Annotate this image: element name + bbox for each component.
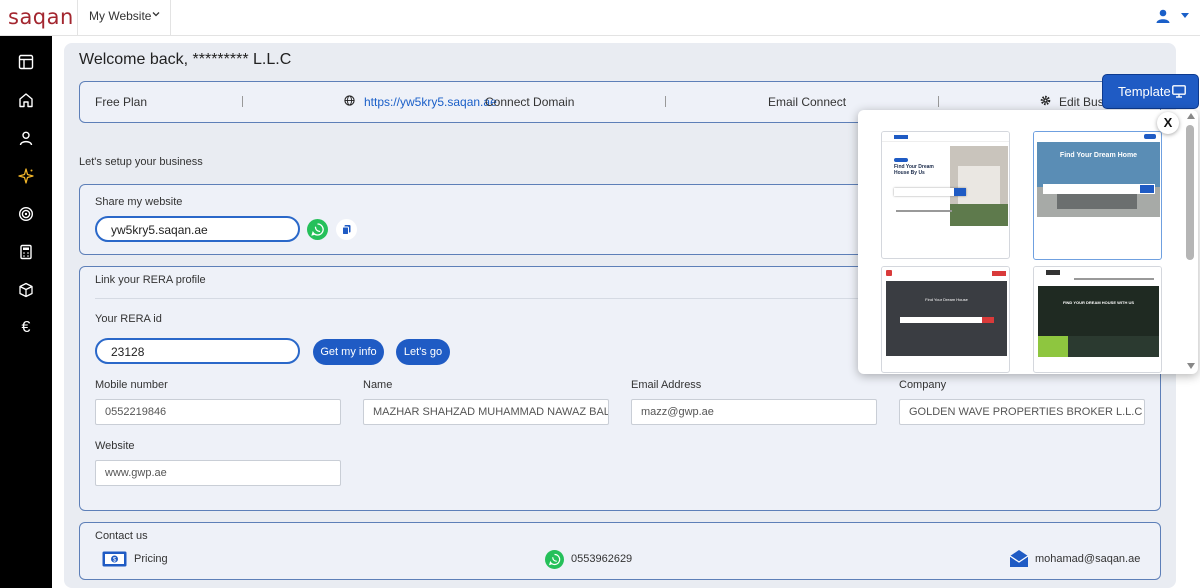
get-my-info-button[interactable]: Get my info xyxy=(313,339,384,365)
mobile-field[interactable]: 0552219846 xyxy=(95,399,341,425)
website-field[interactable]: www.gwp.ae xyxy=(95,460,341,486)
thumb-house-windows xyxy=(1057,193,1137,209)
thumb-hero-image: Find Your Dream Home xyxy=(1037,142,1160,217)
rera-id-label: Your RERA id xyxy=(95,313,162,325)
contact-phone[interactable]: 0553962629 xyxy=(571,553,632,565)
copy-icon[interactable] xyxy=(336,219,357,240)
template-thumbnail-3[interactable]: Find Your Dream House xyxy=(881,266,1010,373)
template-thumbnail-1[interactable]: Find Your Dream House By Us xyxy=(881,131,1010,259)
panel-scrollbar[interactable] xyxy=(1186,125,1194,260)
thumb-nav-btn xyxy=(992,271,1006,276)
template-thumbnail-2[interactable]: Find Your Dream Home xyxy=(1033,131,1162,260)
website-url-link[interactable]: https://yw5kry5.saqan.ae xyxy=(364,95,497,109)
name-label: Name xyxy=(363,379,393,391)
thumb-nav xyxy=(882,267,1009,280)
lets-go-button[interactable]: Let's go xyxy=(396,339,450,365)
whatsapp-share-icon[interactable] xyxy=(307,219,328,240)
chevron-down-icon xyxy=(152,12,160,17)
email-connect-link[interactable]: Email Connect xyxy=(768,95,846,109)
thumb-hero-image: Find Your Dream House xyxy=(886,281,1007,356)
mobile-label: Mobile number xyxy=(95,379,168,391)
thumb-house xyxy=(958,166,1000,206)
company-label: Company xyxy=(899,379,947,391)
box-icon[interactable] xyxy=(16,280,36,300)
sparkle-icon[interactable] xyxy=(16,166,36,186)
thumb-headline: Find Your Dream Home xyxy=(1059,152,1138,159)
thumb-search xyxy=(900,317,994,323)
sidebar: € xyxy=(0,36,52,588)
thumb-headline: Find Your Dream House By Us xyxy=(894,164,934,176)
dashboard-icon[interactable] xyxy=(16,52,36,72)
thumb-search-btn xyxy=(1140,185,1154,193)
saqan-logo[interactable]: saqan xyxy=(8,5,74,29)
mail-icon xyxy=(1009,550,1029,567)
separator xyxy=(665,96,666,107)
user-account-icon[interactable] xyxy=(1155,8,1171,24)
thumb-search-btn xyxy=(982,317,994,323)
thumb-logo xyxy=(886,270,892,276)
euro-icon[interactable]: € xyxy=(16,318,36,338)
thumb-nav-links xyxy=(1074,278,1154,280)
email-field[interactable]: mazz@gwp.ae xyxy=(631,399,877,425)
share-url-field[interactable]: yw5kry5.saqan.ae xyxy=(95,216,300,242)
user-menu-caret-icon[interactable] xyxy=(1181,13,1189,18)
edit-business-link[interactable]: Edit Busi xyxy=(1059,95,1106,109)
thumb-tag xyxy=(894,158,908,162)
plan-label: Free Plan xyxy=(95,95,148,109)
email-label: Email Address xyxy=(631,379,702,391)
close-panel-button[interactable]: X xyxy=(1157,112,1179,134)
welcome-heading: Welcome back, ********* L.L.C xyxy=(79,51,292,68)
thumb-headline: FIND YOUR DREAM HOUSE WITH US xyxy=(1062,300,1135,305)
thumb-band-dark xyxy=(1068,336,1159,357)
rera-title: Link your RERA profile xyxy=(95,274,206,286)
thumb-nav xyxy=(1034,267,1161,285)
contact-email[interactable]: mohamad@saqan.ae xyxy=(1035,553,1140,565)
whatsapp-icon xyxy=(545,550,564,569)
scroll-up-arrow-icon[interactable] xyxy=(1187,113,1195,119)
calculator-icon[interactable] xyxy=(16,242,36,262)
site-selector-label: My Website xyxy=(89,9,152,23)
thumb-garden xyxy=(950,204,1008,226)
thumb-logo xyxy=(1046,270,1060,275)
template-button[interactable]: Template xyxy=(1102,74,1199,109)
contact-title: Contact us xyxy=(95,530,148,542)
monitor-icon xyxy=(1172,85,1186,98)
template-thumbnail-4[interactable]: FIND YOUR DREAM HOUSE WITH US xyxy=(1033,266,1162,373)
connect-domain-link[interactable]: Connect Domain xyxy=(485,95,574,109)
thumb-search xyxy=(1043,184,1155,194)
rera-id-input[interactable]: 23128 xyxy=(95,338,300,364)
thumb-search-btn xyxy=(954,188,966,196)
top-bar: saqan My Website xyxy=(0,0,1200,36)
thumb-search xyxy=(894,188,966,196)
thumb-hero-image: FIND YOUR DREAM HOUSE WITH US xyxy=(1038,286,1159,357)
separator xyxy=(938,96,939,107)
separator xyxy=(242,96,243,107)
thumb-stats xyxy=(896,210,952,212)
thumb-hero-image xyxy=(950,146,1008,226)
scroll-down-arrow-icon[interactable] xyxy=(1187,363,1195,369)
template-button-label: Template xyxy=(1118,84,1171,99)
setup-title: Let's setup your business xyxy=(79,156,203,168)
thumb-nav xyxy=(882,132,1009,142)
pricing-link[interactable]: Pricing xyxy=(134,553,168,565)
thumb-band xyxy=(1038,336,1159,357)
thumb-nav xyxy=(1034,132,1161,141)
name-field[interactable]: MAZHAR SHAHZAD MUHAMMAD NAWAZ BAL xyxy=(363,399,609,425)
thumb-logo xyxy=(894,135,908,139)
site-selector[interactable]: My Website xyxy=(77,0,171,36)
share-website-title: Share my website xyxy=(95,196,183,208)
company-field[interactable]: GOLDEN WAVE PROPERTIES BROKER L.L.C xyxy=(899,399,1145,425)
user-icon[interactable] xyxy=(16,128,36,148)
thumb-nav-btn xyxy=(1144,134,1156,139)
target-icon[interactable] xyxy=(16,204,36,224)
website-label: Website xyxy=(95,440,135,452)
contact-card xyxy=(79,522,1161,580)
thumb-headline: Find Your Dream House xyxy=(925,297,968,302)
globe-icon xyxy=(344,95,355,106)
money-icon: $ xyxy=(102,551,127,567)
home-icon[interactable] xyxy=(16,90,36,110)
gear-icon xyxy=(1040,95,1051,106)
